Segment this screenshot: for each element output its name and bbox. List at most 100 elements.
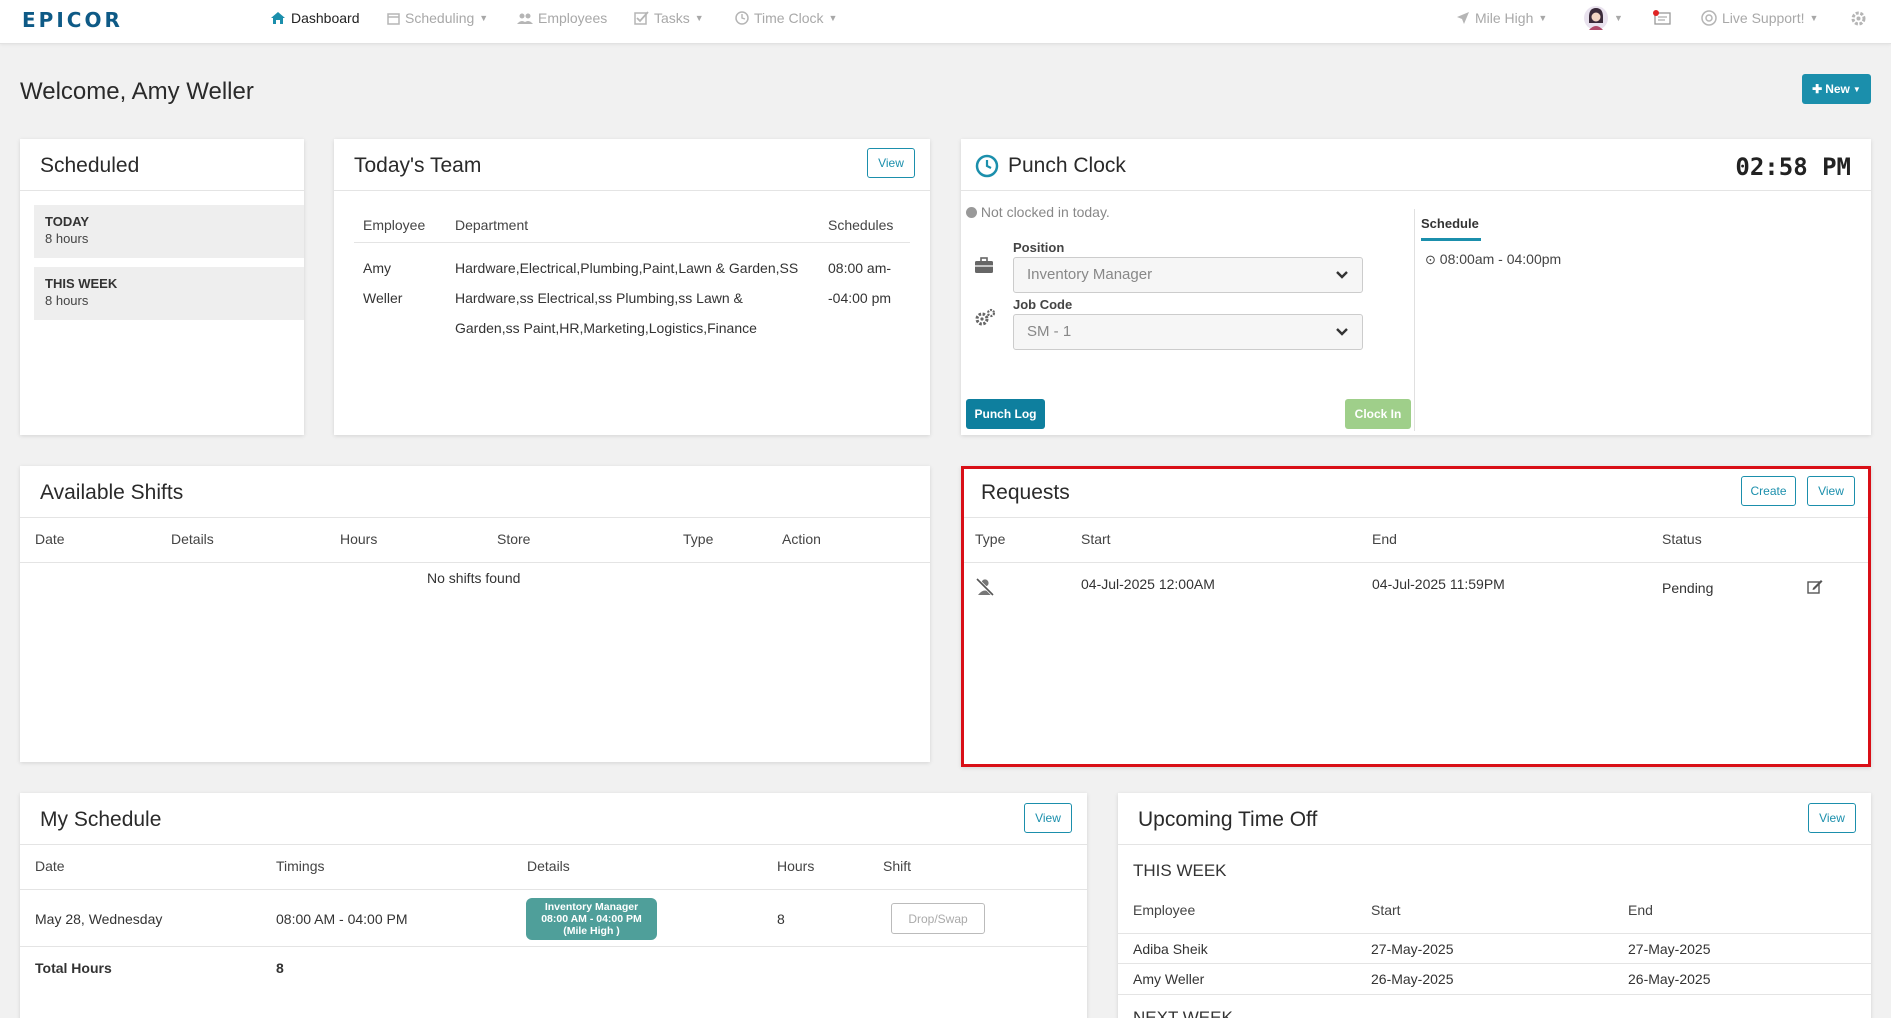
nav-dashboard[interactable]: Dashboard <box>270 0 360 36</box>
team-col-schedules: Schedules <box>828 217 894 233</box>
edit-icon[interactable] <box>1807 579 1823 594</box>
divider <box>1414 209 1415 431</box>
chevron-down-icon: ▼ <box>828 13 838 23</box>
requests-col-end: End <box>1372 531 1397 547</box>
divider <box>354 242 910 243</box>
requests-header: Requests Create View <box>961 466 1871 518</box>
divider <box>20 889 1087 890</box>
chevron-down-icon: ▼ <box>1538 13 1548 23</box>
chevron-down-icon: ▼ <box>1852 84 1861 94</box>
shifts-col-date: Date <box>35 531 65 547</box>
chevron-down-icon: ▼ <box>479 13 489 23</box>
week-hours: 8 hours <box>45 293 89 308</box>
my-schedule-date: May 28, Wednesday <box>35 911 163 927</box>
location-arrow-icon <box>1457 12 1469 24</box>
shift-detail-store: (Mile High ) <box>563 925 620 937</box>
divider <box>961 562 1871 563</box>
nav-time-clock[interactable]: Time Clock ▼ <box>735 0 837 36</box>
shift-detail-badge[interactable]: Inventory Manager 08:00 AM - 04:00 PM (M… <box>526 898 657 940</box>
requests-view-button[interactable]: View <box>1807 476 1855 506</box>
time-off-employee: Amy Weller <box>1133 971 1205 987</box>
nav-dashboard-label: Dashboard <box>291 10 360 26</box>
time-off-end: 26-May-2025 <box>1628 971 1711 987</box>
divider <box>1118 933 1871 934</box>
page-title: Welcome, Amy Weller <box>20 78 254 105</box>
avatar <box>1584 6 1608 30</box>
epicor-logo[interactable]: EPICOR <box>22 8 123 32</box>
live-support-menu[interactable]: Live Support! ▼ <box>1701 0 1818 36</box>
requests-create-button[interactable]: Create <box>1741 476 1796 506</box>
time-off-start: 27-May-2025 <box>1371 941 1454 957</box>
time-off-header: Upcoming Time Off View <box>1118 793 1871 845</box>
nav-tasks-label: Tasks <box>654 10 690 26</box>
my-schedule-col-details: Details <box>527 858 570 874</box>
my-schedule-header: My Schedule View <box>20 793 1087 845</box>
checkbox-icon <box>634 11 649 25</box>
upcoming-time-off-card: Upcoming Time Off View THIS WEEK Employe… <box>1118 793 1871 1018</box>
time-off-col-end: End <box>1628 902 1653 918</box>
shifts-col-hours: Hours <box>340 531 378 547</box>
team-col-department: Department <box>455 217 529 233</box>
time-off-view-button[interactable]: View <box>1808 803 1856 833</box>
my-schedule-timings: 08:00 AM - 04:00 PM <box>276 911 408 927</box>
shifts-col-type: Type <box>683 531 714 547</box>
gear-icon <box>1851 11 1866 25</box>
team-header: Today's Team View <box>334 139 930 191</box>
user-slash-icon <box>975 577 995 597</box>
user-menu[interactable]: ▼ <box>1583 0 1623 36</box>
my-schedule-col-timings: Timings <box>276 858 325 874</box>
time-off-end: 27-May-2025 <box>1628 941 1711 957</box>
chevron-down-icon <box>1336 271 1348 279</box>
clock-icon: ⊙ <box>1425 252 1436 267</box>
clock-icon <box>735 11 749 25</box>
nav-employees[interactable]: Employees <box>517 0 607 36</box>
users-icon <box>517 13 533 24</box>
gears-icon <box>975 308 996 326</box>
store-selector[interactable]: Mile High ▼ <box>1456 0 1547 36</box>
store-name: Mile High <box>1475 10 1534 26</box>
my-schedule-hours: 8 <box>777 911 785 927</box>
time-off-col-start: Start <box>1371 902 1401 918</box>
live-support-label: Live Support! <box>1722 10 1805 26</box>
plus-icon: ✚ <box>1812 82 1823 96</box>
job-code-select[interactable]: SM - 1 <box>1013 314 1363 350</box>
nav-scheduling-label: Scheduling <box>405 10 475 26</box>
team-dept-line1: Hardware,Electrical,Plumbing,Paint,Lawn … <box>455 260 799 276</box>
my-schedule-col-shift: Shift <box>883 858 912 874</box>
team-employee-last: Weller <box>363 290 403 306</box>
scheduled-card: Scheduled TODAY 8 hours THIS WEEK 8 hour… <box>20 139 304 435</box>
clock-status-text: Not clocked in today. <box>980 204 1110 220</box>
week-label: THIS WEEK <box>45 276 118 291</box>
requests-card: Requests Create View Type Start End Stat… <box>961 466 1871 767</box>
scheduled-week: THIS WEEK 8 hours <box>34 267 304 320</box>
time-off-col-employee: Employee <box>1133 902 1196 918</box>
settings-button[interactable] <box>1850 0 1867 36</box>
position-select[interactable]: Inventory Manager <box>1013 257 1363 293</box>
nav-tasks[interactable]: Tasks ▼ <box>634 0 704 36</box>
position-value: Inventory Manager <box>1027 266 1153 283</box>
requests-title: Requests <box>981 481 1070 504</box>
home-icon <box>271 12 285 24</box>
requests-col-start: Start <box>1081 531 1111 547</box>
top-navbar: EPICOR Dashboard Scheduling ▼ Employees … <box>0 0 1891 44</box>
schedule-tab-underline <box>1421 238 1481 241</box>
nav-time-clock-label: Time Clock <box>754 10 824 26</box>
clock-in-button[interactable]: Clock In <box>1345 399 1411 429</box>
chevron-down-icon: ▼ <box>1809 13 1819 23</box>
shifts-header: Available Shifts <box>20 466 930 518</box>
my-schedule-view-button[interactable]: View <box>1024 803 1072 833</box>
total-hours-label: Total Hours <box>35 960 112 976</box>
punch-clock-card: Punch Clock 02:58 PM Not clocked in toda… <box>961 139 1871 435</box>
team-dept-line2: Hardware,ss Electrical,ss Plumbing,ss La… <box>455 290 743 306</box>
punch-header: Punch Clock 02:58 PM <box>961 139 1871 191</box>
position-label: Position <box>1013 240 1065 255</box>
today-hours: 8 hours <box>45 231 89 246</box>
messages-button[interactable] <box>1652 0 1672 36</box>
team-view-button[interactable]: View <box>867 148 915 178</box>
punch-log-button[interactable]: Punch Log <box>966 399 1045 429</box>
nav-scheduling[interactable]: Scheduling ▼ <box>387 0 488 36</box>
my-schedule-col-date: Date <box>35 858 65 874</box>
team-sched-line1: 08:00 am- <box>828 260 892 276</box>
new-button[interactable]: ✚ New ▼ <box>1802 74 1871 104</box>
drop-swap-button[interactable]: Drop/Swap <box>891 903 985 934</box>
